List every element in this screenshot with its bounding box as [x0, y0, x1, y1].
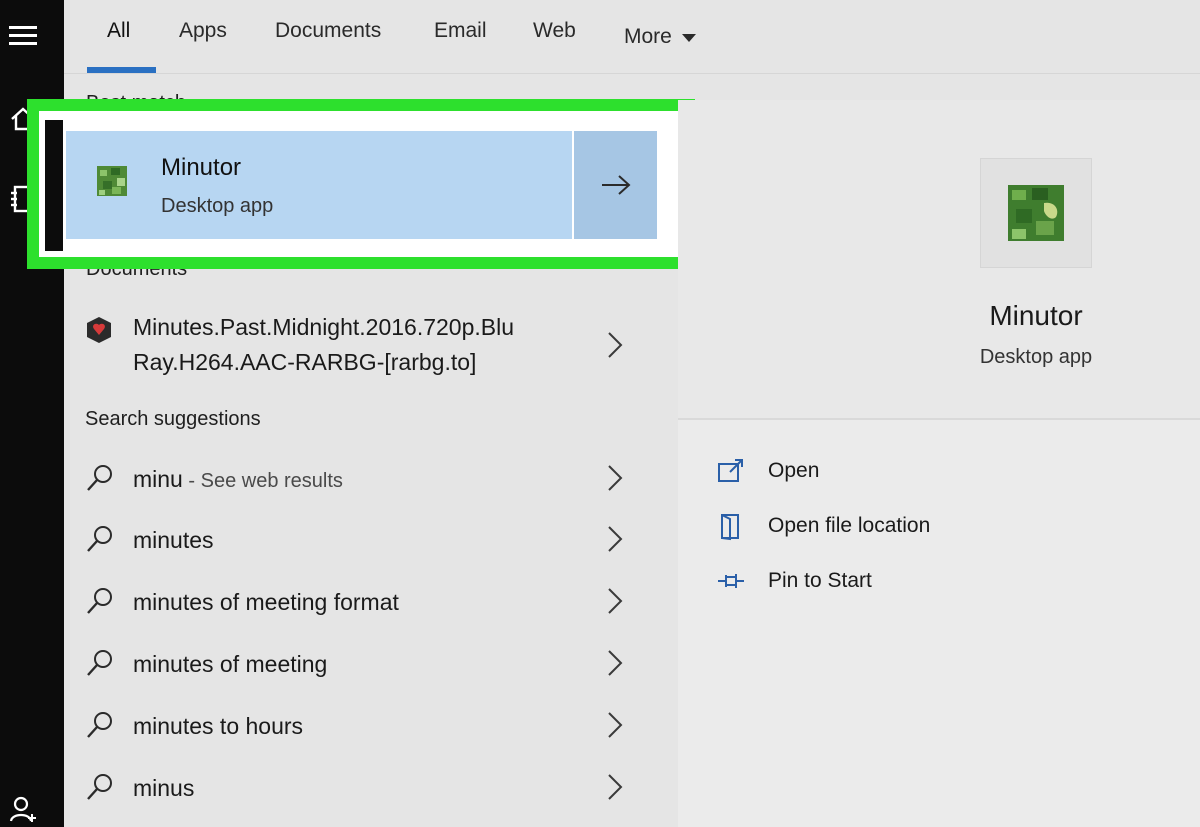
document-name-line2: Ray.H264.AAC-RARBG-[rarbg.to] [133, 349, 477, 375]
search-icon [87, 526, 112, 552]
action-open[interactable]: Open [716, 456, 819, 486]
action-open-label: Open [768, 459, 820, 482]
action-pin-to-start[interactable]: Pin to Start [716, 566, 872, 596]
suggestion-text: minutes of meeting [133, 651, 328, 677]
best-match-subtitle: Desktop app [161, 195, 274, 217]
folder-icon [721, 514, 739, 541]
best-match-result[interactable] [66, 131, 572, 239]
pin-icon [718, 574, 744, 588]
search-icon [87, 712, 112, 738]
suggestion-text: minutes [133, 527, 214, 553]
chevron-right-icon[interactable] [605, 586, 625, 616]
action-pin-to-start-label: Pin to Start [768, 569, 872, 592]
suggestion-text: minutes of meeting format [133, 589, 399, 615]
add-user-icon [9, 796, 36, 822]
suggestion-text: minu - See web results [133, 466, 343, 493]
best-match-title: Minutor [161, 154, 242, 181]
tab-email[interactable]: Email [434, 0, 487, 74]
search-icon [87, 774, 112, 800]
active-tab-indicator [87, 67, 156, 73]
account-button[interactable] [0, 786, 46, 827]
tab-more-label: More [624, 25, 672, 48]
hamburger-menu-button[interactable] [0, 12, 46, 58]
rail-edge [45, 120, 63, 251]
search-icon [87, 650, 112, 676]
preview-panel-header [678, 100, 1200, 418]
arrow-right-icon [601, 175, 630, 195]
tab-all[interactable]: All [107, 0, 130, 74]
best-match-expand-button[interactable] [574, 131, 657, 239]
suggestion-text: minutes to hours [133, 713, 304, 739]
tab-more[interactable]: More [624, 0, 696, 74]
tab-apps[interactable]: Apps [179, 0, 227, 74]
suggestion-query: minu [133, 466, 183, 492]
suggestion-hint: - See web results [182, 470, 343, 492]
chevron-right-icon[interactable] [605, 710, 625, 740]
preview-app-tile [980, 158, 1092, 268]
caret-down-icon [681, 34, 696, 42]
open-icon [718, 459, 743, 482]
action-open-file-location-label: Open file location [768, 514, 931, 537]
chevron-right-icon[interactable] [605, 648, 625, 678]
tab-documents[interactable]: Documents [275, 0, 381, 74]
action-open-file-location[interactable]: Open file location [716, 511, 930, 541]
chevron-right-icon[interactable] [605, 463, 625, 493]
chevron-right-icon[interactable] [605, 524, 625, 554]
preview-title: Minutor [989, 300, 1083, 331]
minutor-app-icon [97, 166, 127, 196]
preview-subtitle: Desktop app [979, 346, 1093, 368]
video-file-icon [87, 317, 111, 343]
suggestion-text: minus [133, 775, 195, 801]
chevron-right-icon[interactable] [605, 772, 625, 802]
search-window: All Apps Documents Email Web More Best m… [0, 0, 1200, 827]
hamburger-icon [9, 26, 37, 45]
tab-web[interactable]: Web [533, 0, 576, 74]
search-icon [87, 465, 112, 491]
document-name-line1: Minutes.Past.Midnight.2016.720p.Blu [133, 314, 515, 340]
chevron-right-icon[interactable] [605, 330, 625, 360]
minutor-app-icon [1008, 185, 1064, 241]
search-suggestions-heading: Search suggestions [85, 408, 261, 430]
search-icon [87, 588, 112, 614]
